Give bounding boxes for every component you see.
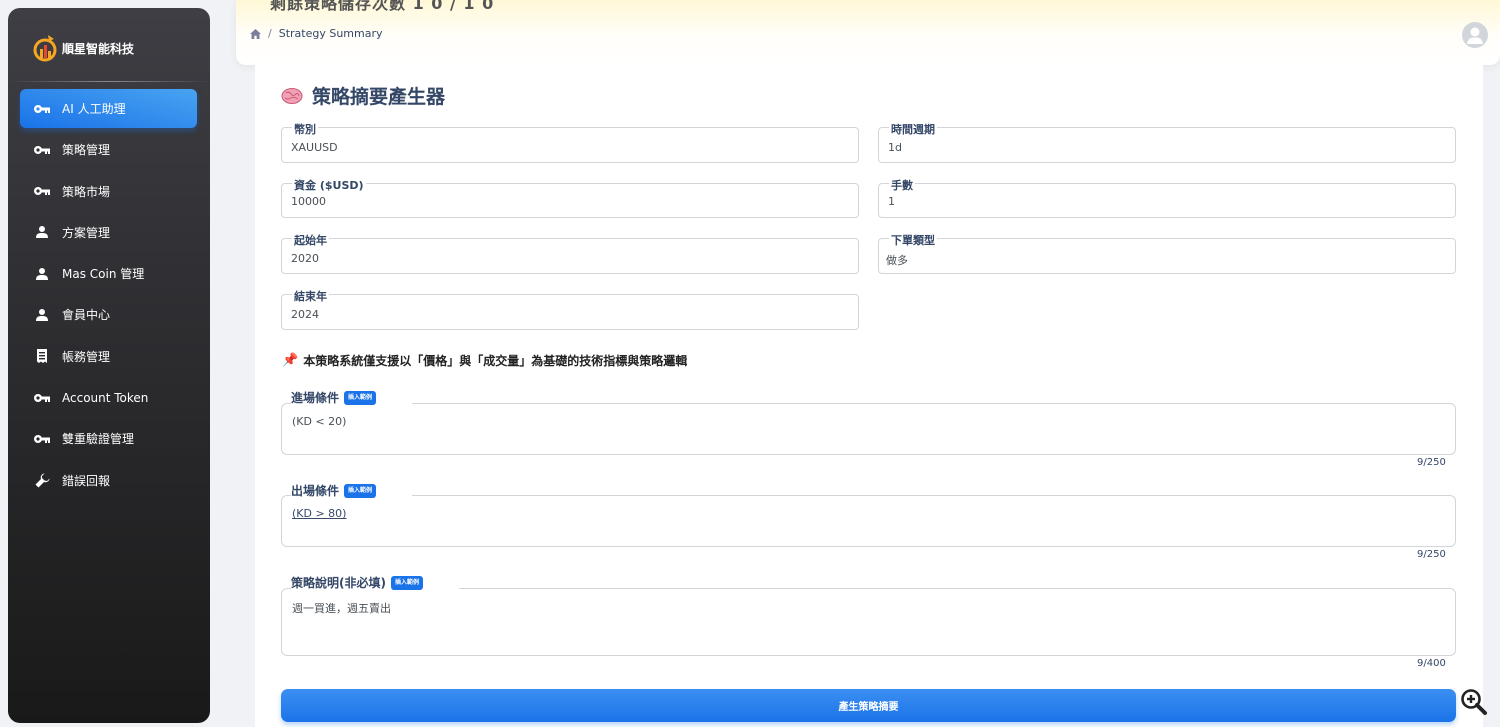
brand[interactable]: 順星智能科技 [32,33,134,63]
strategy-summary-card: 策略摘要產生器 幣別 XAUUSD 時間週期 1d 資金 ($USD) 1000… [255,65,1483,727]
strategy-description-textarea[interactable]: 週一買進，週五賣出 [281,588,1456,656]
sidebar-item-ai-assistant[interactable]: AI 人工助理 [20,89,197,128]
sidebar-item-strategy-management[interactable]: 策略管理 [20,130,197,169]
timeframe-value: 1d [888,141,902,154]
sidebar: 順星智能科技 AI 人工助理 策略管理 策略市場 方案管理 Mas Coin 管… [8,8,210,723]
timeframe-field[interactable]: 時間週期 1d [878,121,1456,163]
sidebar-item-plan-management[interactable]: 方案管理 [20,213,197,252]
brand-name: 順星智能科技 [62,41,135,56]
sidebar-item-billing[interactable]: 帳務管理 [20,337,197,376]
sidebar-item-label: 帳務管理 [62,349,111,364]
avatar[interactable] [1462,22,1488,48]
entry-condition-value: (KD < 20) [292,415,347,428]
user-avatar-icon [1467,27,1483,44]
home-icon[interactable] [250,28,261,39]
timeframe-label: 時間週期 [889,121,937,137]
sidebar-item-label: 錯誤回報 [62,473,111,488]
zoom-in-icon[interactable] [1460,688,1488,716]
sidebar-item-strategy-market[interactable]: 策略市場 [20,172,197,211]
order-type-value: 做多 [886,254,908,267]
receipt-icon [33,348,51,364]
end-year-field[interactable]: 結束年 2024 [281,288,859,330]
exit-condition-textarea[interactable]: (KD > 80) [281,495,1456,547]
start-year-label: 起始年 [292,232,329,248]
order-type-select[interactable]: 下單類型 做多 [878,232,1456,274]
exit-condition-label: 出場條件 [291,484,340,498]
indicator-support-notice: 📌 本策略系統僅支援以「價格」與「成交量」為基礎的技術指標與策略邏輯 [282,352,687,369]
entry-char-counter: 9/250 [1417,457,1446,468]
sidebar-item-label: Account Token [62,390,149,405]
start-year-field[interactable]: 起始年 2020 [281,232,859,274]
order-type-label: 下單類型 [889,232,937,248]
end-year-value: 2024 [291,308,319,321]
sidebar-item-label: 方案管理 [62,225,111,240]
start-year-value: 2020 [291,252,319,265]
sidebar-item-label: Mas Coin 管理 [62,267,145,282]
brain-icon [281,87,303,104]
end-year-label: 結束年 [292,288,329,304]
person-icon [33,224,51,240]
capital-label: 資金 ($USD) [292,177,366,193]
strategy-description-label: 策略說明(非必填) [291,576,386,590]
sidebar-item-account-token[interactable]: Account Token [20,378,197,417]
entry-condition-label-group: 進場條件 插入範例 [291,389,413,406]
symbol-label: 幣別 [292,121,318,137]
entry-condition-textarea[interactable]: (KD < 20) [281,403,1456,455]
breadcrumb-current: Strategy Summary [278,27,383,40]
pushpin-icon: 📌 [282,353,299,368]
key-icon [33,142,51,158]
top-navbar: 剩餘策略儲存次數 1 0 / 1 0 / Strategy Summary [236,0,1500,65]
sidebar-nav: AI 人工助理 策略管理 策略市場 方案管理 Mas Coin 管理 會員中心 … [20,89,197,502]
description-char-counter: 9/400 [1417,658,1446,669]
sidebar-item-label: 策略管理 [62,143,111,158]
capital-value: 10000 [291,195,326,208]
symbol-field[interactable]: 幣別 XAUUSD [281,121,859,163]
exit-insert-example-button[interactable]: 插入範例 [344,483,377,498]
sidebar-item-error-report[interactable]: 錯誤回報 [20,461,197,500]
lots-value: 1 [888,195,895,208]
sidebar-item-member-center[interactable]: 會員中心 [20,295,197,334]
key-icon [33,431,51,447]
symbol-value: XAUUSD [291,141,338,154]
capital-field[interactable]: 資金 ($USD) 10000 [281,177,859,218]
indicator-support-text: 本策略系統僅支援以「價格」與「成交量」為基礎的技術指標與策略邏輯 [303,354,688,368]
page-title: 策略摘要產生器 [281,82,445,109]
strategy-description-label-group: 策略說明(非必填) 插入範例 [291,574,459,591]
exit-condition-label-group: 出場條件 插入範例 [291,482,413,499]
wrench-icon [33,472,51,488]
sidebar-item-label: AI 人工助理 [62,102,126,116]
sidebar-item-label: 策略市場 [62,184,111,199]
description-insert-example-button[interactable]: 插入範例 [390,575,423,590]
generate-summary-button[interactable]: 產生策略摘要 [281,689,1456,722]
sidebar-item-label: 雙重驗證管理 [62,432,135,447]
strategy-description-value: 週一買進，週五賣出 [292,602,391,615]
page-title-text: 策略摘要產生器 [312,86,446,108]
entry-condition-label: 進場條件 [291,391,340,405]
key-icon [33,183,51,199]
exit-condition-value: (KD > 80) [292,507,347,520]
person-icon [33,266,51,282]
sidebar-item-mas-coin[interactable]: Mas Coin 管理 [20,254,197,293]
exit-char-counter: 9/250 [1417,549,1446,560]
key-icon [33,101,51,117]
sidebar-item-label: 會員中心 [62,308,111,323]
sidebar-divider [8,81,210,82]
lots-field[interactable]: 手數 1 [878,177,1456,218]
save-quota-notice: 剩餘策略儲存次數 1 0 / 1 0 [270,0,495,13]
sidebar-item-two-factor[interactable]: 雙重驗證管理 [20,419,197,458]
breadcrumb: / Strategy Summary [250,27,383,40]
brand-logo-icon [33,35,57,62]
breadcrumb-separator: / [268,27,272,40]
lots-label: 手數 [889,177,915,193]
entry-insert-example-button[interactable]: 插入範例 [344,390,377,405]
person-icon [33,307,51,323]
key-icon [33,390,51,406]
